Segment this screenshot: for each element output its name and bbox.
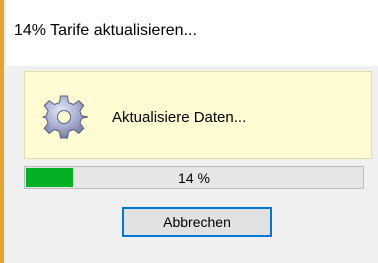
- progress-label: 14 %: [178, 170, 210, 186]
- info-panel: Aktualisiere Daten...: [24, 71, 372, 159]
- window-title: 14% Tarife aktualisieren...: [14, 22, 197, 39]
- window-edge: [0, 0, 7, 263]
- dialog-body: Aktualisiere Daten... 14 % Abbrechen: [7, 66, 378, 263]
- cancel-button[interactable]: Abbrechen: [122, 207, 272, 237]
- update-dialog-window: 14% Tarife aktualisieren... Aktualisiere…: [0, 0, 378, 263]
- title-bar[interactable]: 14% Tarife aktualisieren...: [7, 0, 378, 66]
- status-message: Aktualisiere Daten...: [112, 109, 247, 126]
- gear-icon: [40, 93, 89, 141]
- progress-bar: 14 %: [24, 166, 364, 189]
